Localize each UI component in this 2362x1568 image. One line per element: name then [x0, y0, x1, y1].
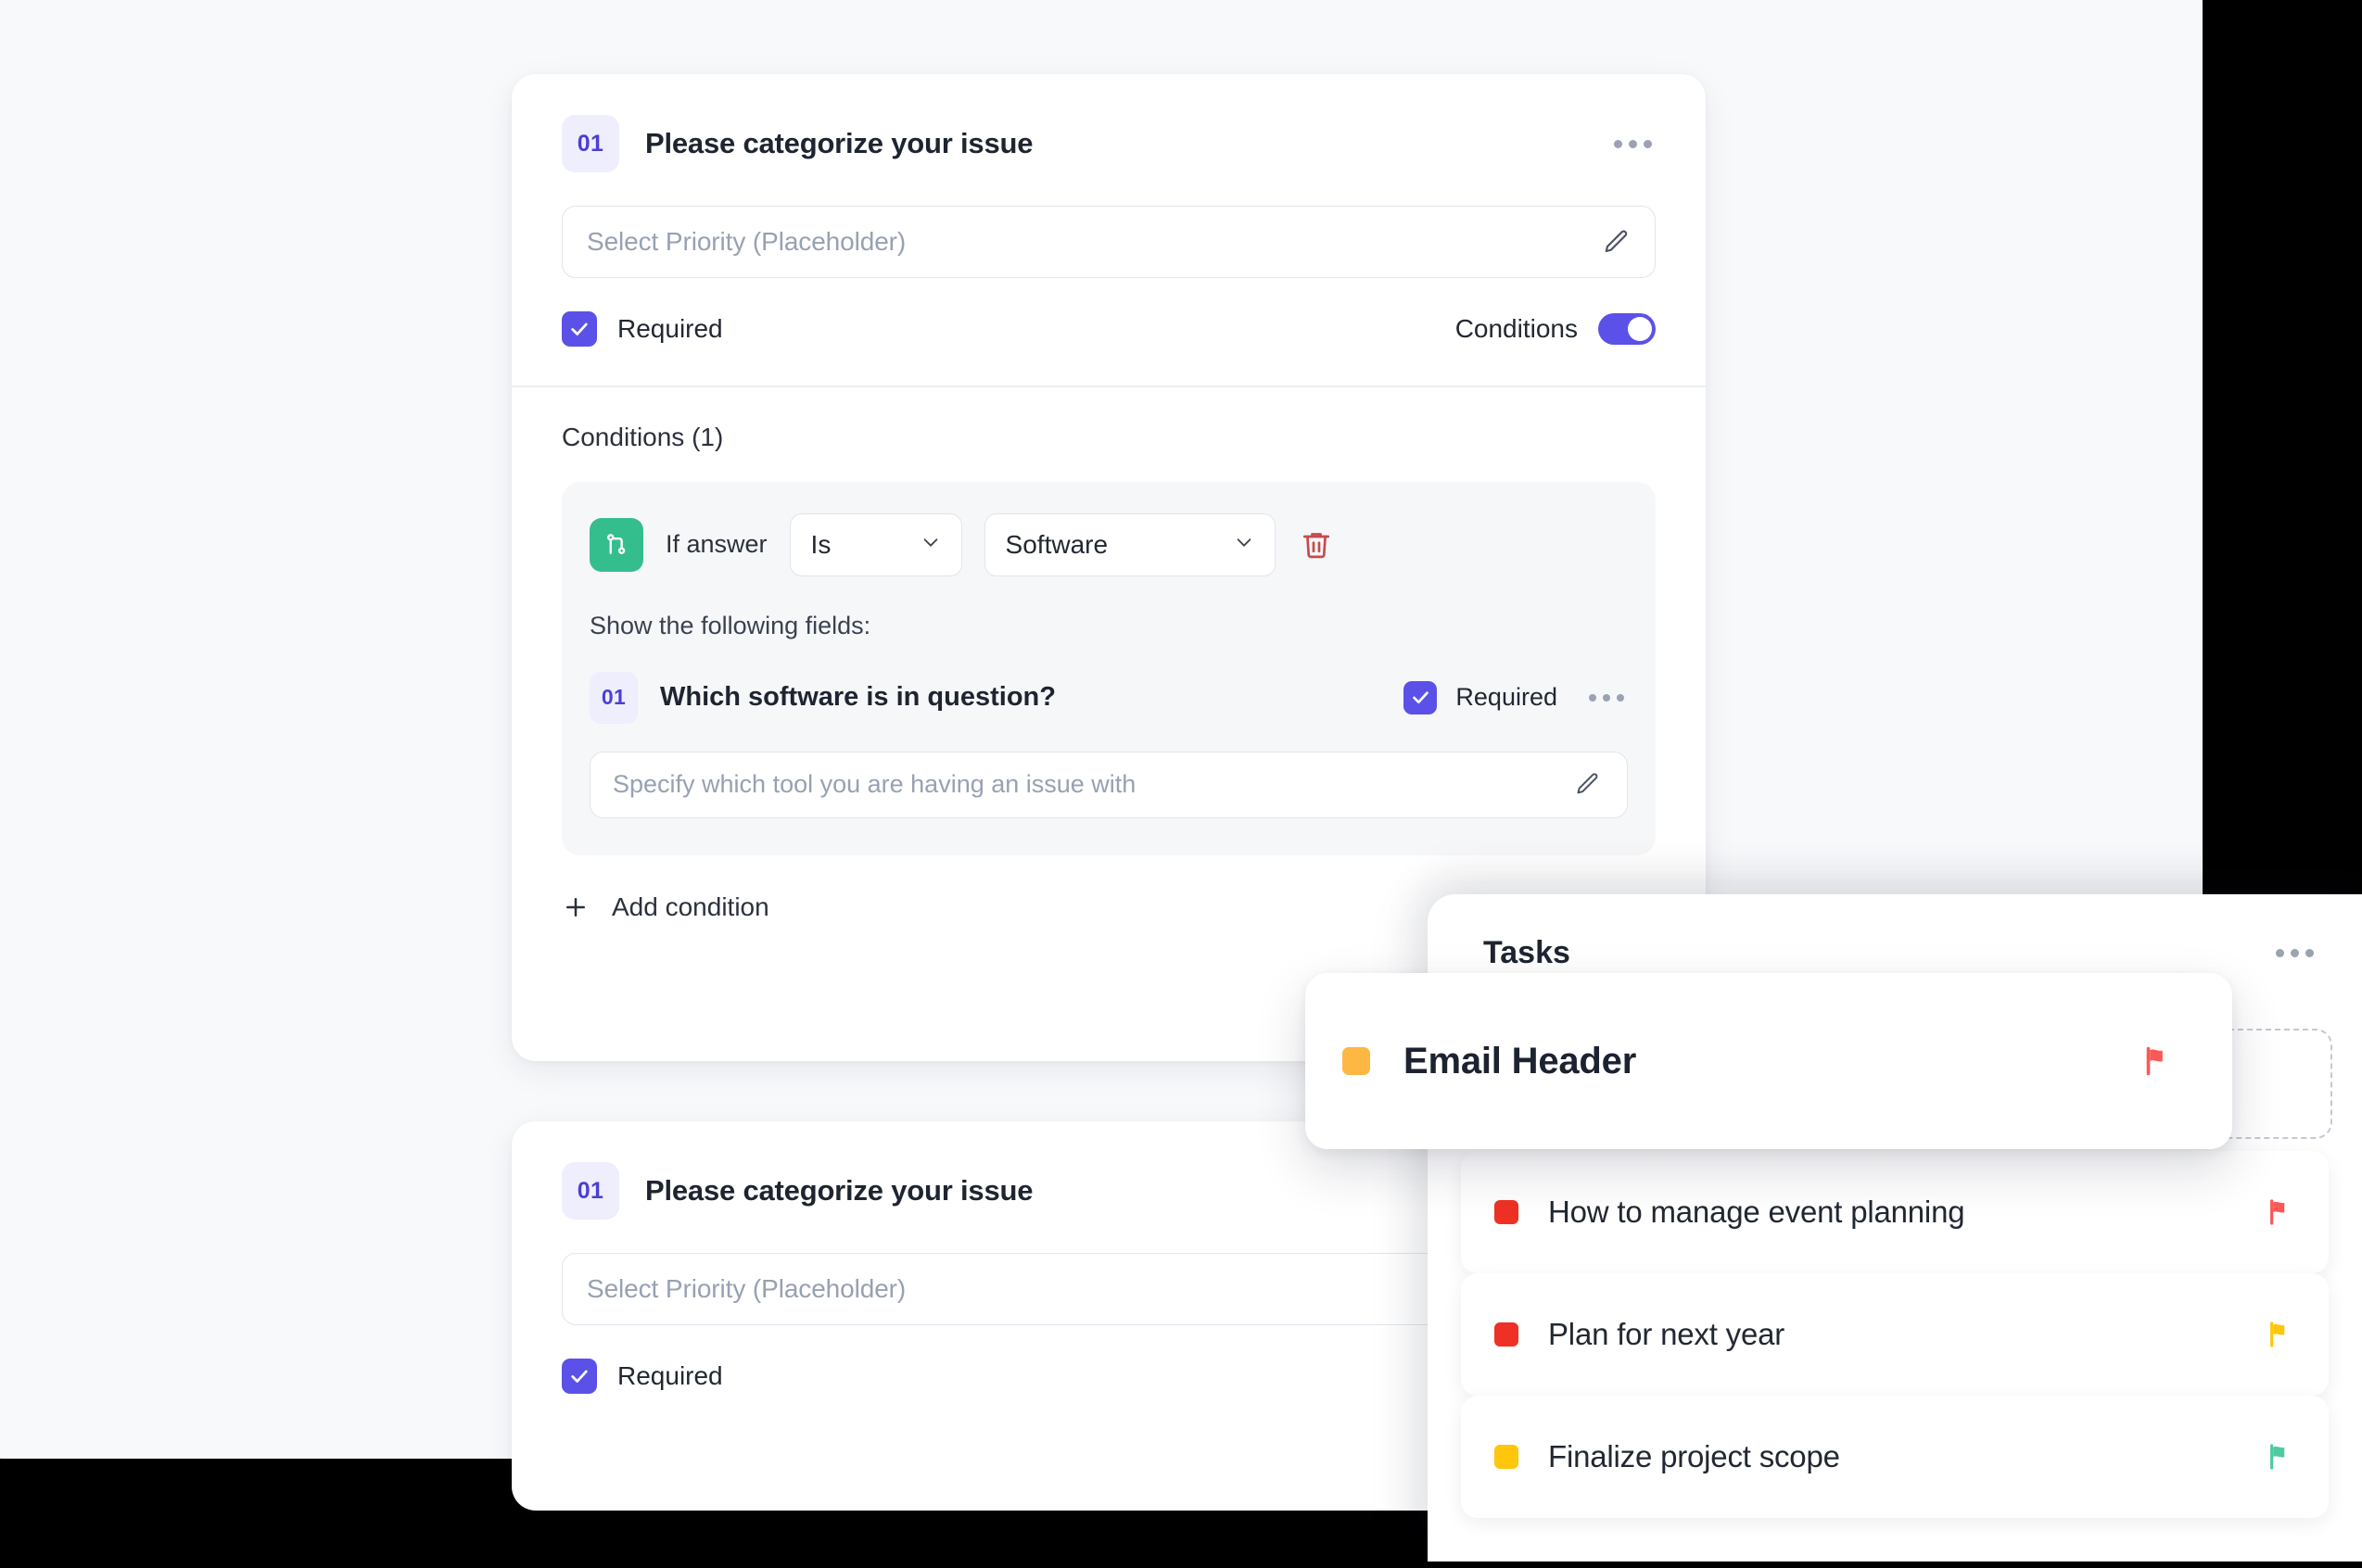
show-fields-label: Show the following fields: — [590, 611, 871, 639]
list-item[interactable]: Plan for next year — [1461, 1273, 2329, 1396]
condition-value: Software — [1005, 529, 1109, 559]
required-label: Required — [617, 314, 723, 343]
task-label: Email Header — [1403, 1040, 1637, 1081]
tasks-header: Tasks — [1428, 894, 2362, 971]
task-color-swatch — [1494, 1445, 1518, 1469]
card-divider — [512, 386, 1706, 387]
trash-icon[interactable] — [1300, 528, 1333, 562]
flag-icon[interactable] — [2141, 1044, 2175, 1078]
nested-text-field[interactable]: Specify which tool you are having an iss… — [590, 751, 1628, 818]
condition-operator-value: Is — [810, 529, 832, 559]
required-checkbox[interactable] — [562, 311, 597, 347]
condition-value-select[interactable]: Software — [984, 512, 1276, 576]
task-color-swatch — [1494, 1200, 1518, 1224]
task-label: Plan for next year — [1548, 1317, 1785, 1351]
question-number-badge: 01 — [562, 115, 619, 172]
task-label: How to manage event planning — [1548, 1195, 1965, 1229]
priority-placeholder: Select Priority (Placeholder) — [587, 1274, 907, 1303]
question-header: 01 Please categorize your issue — [512, 74, 1706, 172]
if-answer-label: If answer — [666, 530, 768, 558]
task-label: Finalize project scope — [1548, 1439, 1840, 1473]
task-color-swatch — [1342, 1047, 1370, 1075]
toggle-knob — [1628, 317, 1652, 341]
nested-field-placeholder: Specify which tool you are having an iss… — [613, 770, 1137, 798]
pencil-icon[interactable] — [1575, 771, 1603, 799]
task-color-swatch — [1494, 1322, 1518, 1347]
dragged-task-card[interactable]: Email Header — [1305, 973, 2232, 1149]
chevron-down-icon — [896, 532, 941, 557]
page-title: Please categorize your issue — [645, 127, 1034, 159]
priority-placeholder: Select Priority (Placeholder) — [587, 227, 907, 256]
required-checkbox[interactable] — [562, 1359, 597, 1394]
git-branch-icon — [590, 517, 643, 572]
conditions-heading: Conditions (1) — [562, 422, 724, 451]
required-label: Required — [617, 1361, 723, 1390]
add-condition-label: Add condition — [612, 891, 769, 921]
list-item[interactable]: Finalize project scope — [1461, 1396, 2329, 1518]
chevron-down-icon — [1210, 532, 1254, 557]
page-title: Please categorize your issue — [645, 1174, 1034, 1207]
pencil-icon[interactable] — [1603, 228, 1631, 256]
nested-required-label: Required — [1455, 683, 1557, 711]
more-options-icon[interactable] — [1614, 139, 1656, 148]
tasks-title: Tasks — [1483, 935, 1570, 970]
nested-question-title: Which software is in question? — [660, 682, 1056, 712]
more-options-icon[interactable] — [1589, 693, 1628, 702]
flag-icon[interactable] — [2266, 1197, 2295, 1227]
conditions-toggle[interactable] — [1598, 313, 1656, 345]
list-item[interactable]: How to manage event planning — [1461, 1151, 2329, 1273]
nested-question-number-badge: 01 — [590, 671, 638, 724]
flag-icon[interactable] — [2266, 1442, 2295, 1472]
flag-icon[interactable] — [2266, 1320, 2295, 1349]
condition-operator-select[interactable]: Is — [789, 512, 962, 576]
nested-question-header: 01 Which software is in question? Requir… — [590, 671, 1628, 724]
required-row: Required Conditions — [562, 311, 1656, 347]
condition-block: If answer Is Software Show the following… — [562, 481, 1656, 855]
conditions-label: Conditions — [1454, 314, 1578, 343]
nested-required-checkbox[interactable] — [1403, 680, 1438, 714]
condition-rule-row: If answer Is Software — [590, 512, 1628, 576]
plus-icon — [562, 893, 590, 921]
question-number-badge: 01 — [562, 1162, 619, 1220]
priority-select-field[interactable]: Select Priority (Placeholder) — [562, 206, 1656, 278]
nested-required-group: Required — [1403, 680, 1628, 714]
more-options-icon[interactable] — [2276, 949, 2318, 957]
